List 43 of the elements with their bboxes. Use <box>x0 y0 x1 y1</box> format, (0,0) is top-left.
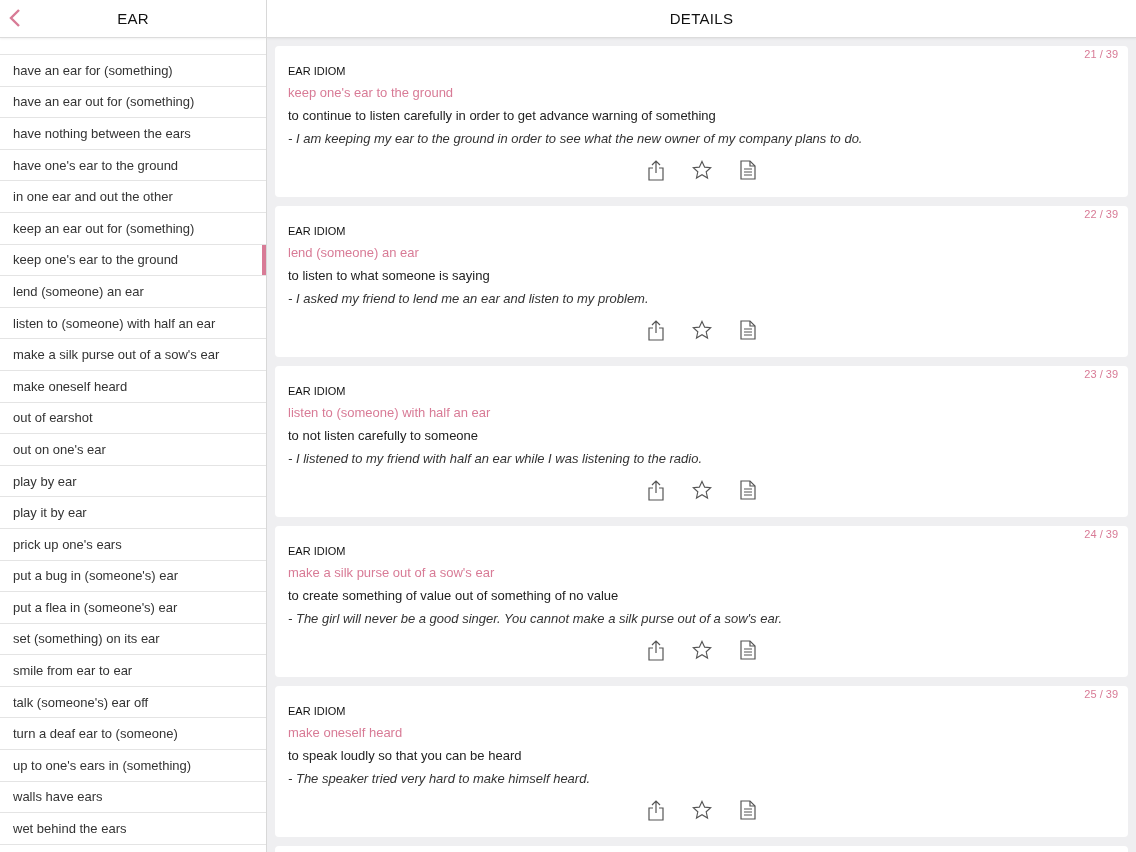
share-icon[interactable] <box>646 159 666 181</box>
card-counter: 23 / 39 <box>1084 368 1118 380</box>
category-label: EAR IDIOM <box>288 385 347 397</box>
idiom-title: lend (someone) an ear <box>288 245 420 260</box>
document-icon[interactable] <box>738 319 758 341</box>
share-icon[interactable] <box>646 639 666 661</box>
card-counter: 22 / 39 <box>1084 208 1118 220</box>
category-label: EAR IDIOM <box>288 545 347 557</box>
star-icon[interactable] <box>692 639 712 661</box>
card-counter: 24 / 39 <box>1084 528 1118 540</box>
details-title: DETAILS <box>669 10 734 27</box>
idiom-example: - I asked my friend to lend me an ear and listen to my problem. <box>288 291 650 306</box>
idiom-meaning: to continue to listen carefully in order to get advance warning of something <box>288 108 717 123</box>
document-icon[interactable] <box>738 159 758 181</box>
document-icon[interactable] <box>738 639 758 661</box>
share-icon[interactable] <box>646 799 666 821</box>
idiom-meaning: to listen to what someone is saying <box>288 268 491 283</box>
idiom-example: - I am keeping my ear to the ground in order to see what the new owner of my company plans to do. <box>288 131 864 146</box>
document-icon[interactable] <box>738 799 758 821</box>
idiom-meaning: to speak loudly so that you can be heard <box>288 748 523 763</box>
category-label: EAR IDIOM <box>288 225 347 237</box>
star-icon[interactable] <box>692 319 712 341</box>
star-icon[interactable] <box>692 159 712 181</box>
idiom-example: - The speaker tried very hard to make himself heard. <box>288 771 592 786</box>
star-icon[interactable] <box>692 479 712 501</box>
idiom-example: - I listened to my friend with half an ear while I was listening to the radio. <box>288 451 704 466</box>
idiom-list-item[interactable]: keep one's ear to the ground <box>0 244 266 277</box>
idiom-title: make oneself heard <box>288 725 404 740</box>
idiom-title: make a silk purse out of a sow's ear <box>288 565 496 580</box>
share-icon[interactable] <box>646 319 666 341</box>
idiom-example: - The girl will never be a good singer. You cannot make a silk purse out of a sow's ear. <box>288 611 784 626</box>
card-counter: 25 / 39 <box>1084 688 1118 700</box>
category-label: EAR IDIOM <box>288 65 347 77</box>
idiom-title: keep one's ear to the ground <box>288 85 455 100</box>
sidebar-title: EAR <box>117 10 149 27</box>
idiom-title: listen to (someone) with half an ear <box>288 405 492 420</box>
idiom-meaning: to create something of value out of something of no value <box>288 588 620 603</box>
document-icon[interactable] <box>738 479 758 501</box>
star-icon[interactable] <box>692 799 712 821</box>
share-icon[interactable] <box>646 479 666 501</box>
card-counter: 21 / 39 <box>1084 48 1118 60</box>
idiom-meaning: to not listen carefully to someone <box>288 428 480 443</box>
category-label: EAR IDIOM <box>288 705 347 717</box>
